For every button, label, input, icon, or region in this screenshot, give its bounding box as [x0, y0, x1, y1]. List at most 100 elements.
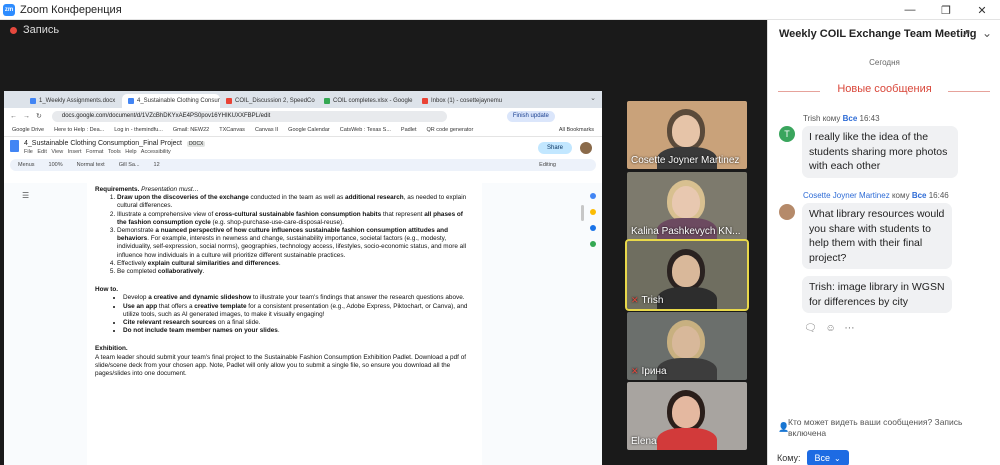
item-text: Effectively [117, 259, 148, 267]
avatar[interactable]: T [779, 126, 795, 142]
bookmark-link[interactable]: CatsWeb : Texas S... [340, 127, 391, 133]
back-icon[interactable]: ← [10, 113, 17, 120]
calendar-icon[interactable] [590, 193, 596, 199]
item-bold-text: collaboratively [157, 268, 203, 276]
participant-name-text: Trish [641, 295, 664, 306]
chat-message[interactable]: I really like the idea of the students s… [802, 126, 958, 178]
chat-message[interactable]: Trish: image library in WGSN for differe… [802, 276, 952, 314]
font-size-select[interactable]: 12 [154, 162, 160, 168]
participant-face [672, 326, 700, 358]
bookmark-link[interactable]: Here to Help : Dea... [54, 127, 104, 133]
participant-face [672, 115, 700, 147]
contacts-icon[interactable] [590, 241, 596, 247]
side-panel-icons [590, 183, 598, 247]
item-bold-text: Use an app [123, 302, 158, 310]
section-heading: How to. [95, 286, 119, 294]
browser-tab[interactable]: 1_Weekly Assignments.docx [24, 94, 122, 108]
style-select[interactable]: Normal text [77, 162, 105, 168]
participant-name: Kalina Pashkevych KN... [631, 226, 741, 237]
bookmark-link[interactable]: QR code generator [427, 127, 474, 133]
participant-name-text: Cosette Joyner Martinez [631, 155, 740, 166]
item-text: Illustrate a comprehensive view of [117, 210, 216, 218]
close-icon[interactable]: ✕ [964, 0, 1000, 20]
item-text: . For example, interests in newness and … [117, 235, 467, 259]
bookmark-link[interactable]: Padlet [401, 127, 417, 133]
chevron-down-icon: ⌄ [833, 453, 841, 463]
doc-page[interactable]: Requirements. Presentation must…Draw upo… [87, 183, 482, 465]
address-bar[interactable]: docs.google.com/document/d/1VZcBhDKYxAE4… [51, 110, 447, 122]
pop-out-icon[interactable]: ↗ [961, 26, 971, 40]
recording-indicator[interactable]: Запись [10, 24, 59, 36]
doc-body: ☰ Requirements. Presentation must…Draw u… [4, 183, 602, 465]
participant-tile[interactable]: Kalina Pashkevych KN... [627, 172, 747, 240]
to-word: кому [822, 114, 841, 123]
more-icon[interactable]: ⋯ [844, 323, 854, 334]
chat-message[interactable]: What library resources would you share w… [802, 203, 952, 270]
doc-menus[interactable]: File Edit View Insert Format Tools Help … [24, 149, 205, 155]
list-item: Illustrate a comprehensive view of cross… [117, 211, 468, 227]
avatar[interactable] [779, 204, 795, 220]
sender-name: Trish [803, 114, 821, 123]
participant-face [672, 396, 700, 428]
browser-urlbar: ← → ↻ docs.google.com/document/d/1VZcBhD… [4, 108, 602, 124]
message-sender-row: Trish кому Все 16:43 [803, 114, 880, 123]
list-item: Develop a creative and dynamic slideshow… [123, 294, 468, 302]
minimize-icon[interactable]: — [892, 0, 928, 20]
outline-icon[interactable]: ☰ [22, 191, 29, 200]
doc-title-text[interactable]: 4_Sustainable Clothing Consumption_Final… [24, 140, 182, 147]
record-dot-icon [10, 26, 17, 34]
participant-tile[interactable]: ✕ Trish [625, 239, 749, 311]
finish-update-button[interactable]: Finish update [506, 110, 555, 122]
list-item: Demonstrate a nuanced perspective of how… [117, 227, 468, 260]
browser-tab[interactable]: Inbox (1) - cosettejaynemu [416, 94, 514, 108]
font-select[interactable]: Gill Sa... [119, 162, 140, 168]
forward-icon[interactable]: → [23, 113, 30, 120]
keep-icon[interactable] [590, 209, 596, 215]
participant-name-text: Kalina Pashkevych KN... [631, 226, 741, 237]
reply-icon[interactable]: 🗨 [804, 323, 817, 334]
avatar[interactable] [580, 142, 592, 154]
item-text: Develop [123, 294, 149, 302]
list-item: Be completed collaboratively. [117, 268, 468, 276]
menus-button[interactable]: Menus [18, 162, 35, 168]
bookmark-link[interactable]: Google Drive [12, 127, 44, 133]
emoji-icon[interactable]: ☺ [825, 323, 835, 334]
bookmark-link[interactable]: TXCanvas [219, 127, 245, 133]
maximize-icon[interactable]: ❐ [928, 0, 964, 20]
bookmark-link[interactable]: Log in - themindfu... [114, 127, 163, 133]
zoom-select[interactable]: 100% [49, 162, 63, 168]
editing-mode-select[interactable]: Editing [539, 162, 556, 168]
item-text: Be completed [117, 268, 158, 276]
participant-tile[interactable]: ✕ Ірина [627, 312, 747, 380]
browser-tab[interactable]: COIL_Discussion 2, SpeedCo [220, 94, 318, 108]
share-button[interactable]: Share [538, 142, 572, 154]
recipient-select[interactable]: Все ⌄ [806, 450, 849, 465]
doc-toolbar: Menus 100% Normal text Gill Sa... 12 Edi… [10, 159, 596, 171]
bookmarks-bar: Google Drive Here to Help : Dea... Log in … [4, 124, 602, 137]
scrollbar[interactable] [581, 205, 584, 221]
doc-title[interactable]: 4_Sustainable Clothing Consumption_Final… [24, 140, 206, 147]
all-bookmarks-link[interactable]: All Bookmarks [559, 127, 594, 133]
divider [948, 91, 990, 92]
chevron-down-icon[interactable]: ⌄ [982, 26, 992, 40]
bookmark-link[interactable]: Google Calendar [288, 127, 330, 133]
participant-name: Cosette Joyner Martinez [631, 155, 739, 166]
privacy-notice[interactable]: Кто может видеть ваши сообщения? Запись … [788, 417, 993, 438]
browser-tab[interactable]: COIL completes.xlsx - Google [318, 94, 416, 108]
tab-favicon-icon [324, 98, 330, 104]
bookmark-link[interactable]: Canvas II [255, 127, 278, 133]
tab-list-chevron-icon[interactable]: ⌄ [590, 94, 596, 102]
bookmark-link[interactable]: Gmail: NEW22 [173, 127, 209, 133]
participant-tile[interactable]: Cosette Joyner Martinez [627, 101, 747, 169]
participant-body [657, 287, 717, 309]
item-text: conducted in the team as well as [248, 194, 346, 202]
item-text: . [277, 327, 280, 335]
participant-name: Elena [631, 436, 657, 447]
to-word: кому [891, 191, 910, 200]
reload-icon[interactable]: ↻ [36, 112, 42, 120]
tasks-icon[interactable] [590, 225, 596, 231]
to-label: Кому: [777, 453, 801, 463]
participant-tile[interactable]: Elena [627, 382, 747, 450]
browser-tab[interactable]: 4_Sustainable Clothing Consumption [122, 94, 220, 108]
